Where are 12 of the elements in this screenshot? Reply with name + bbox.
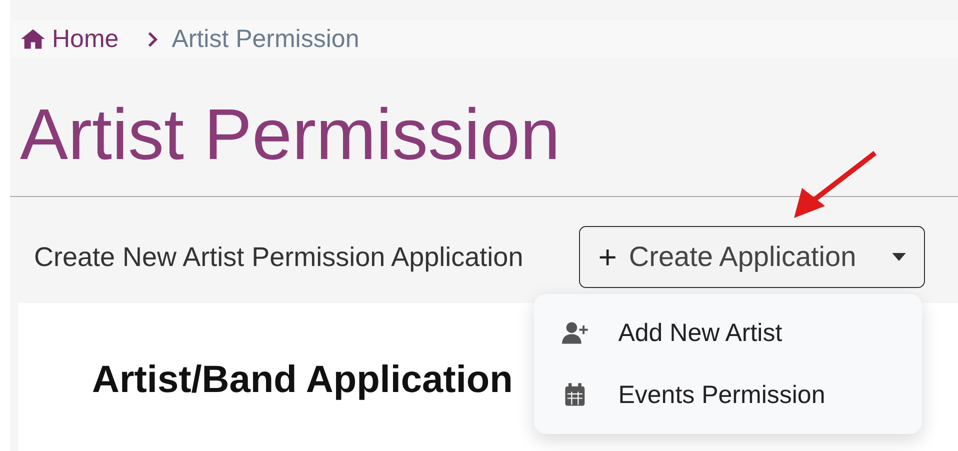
home-link[interactable]: Home xyxy=(20,24,119,54)
caret-icon xyxy=(892,253,906,262)
breadcrumb-current: Artist Permission xyxy=(172,24,360,54)
chevron-icon xyxy=(146,32,158,46)
home-icon xyxy=(20,28,46,50)
menu-item[interactable]: Add New Artist xyxy=(534,302,922,364)
create-label: Create New Artist Permission Application xyxy=(34,242,524,273)
card-heading: Artist/Band Application xyxy=(92,359,513,402)
add-user-icon xyxy=(562,321,590,346)
create-application-button[interactable]: + Create Application xyxy=(579,226,926,288)
page-title: Artist Permission xyxy=(20,94,562,177)
menu-item[interactable]: Events Permission xyxy=(534,364,922,426)
